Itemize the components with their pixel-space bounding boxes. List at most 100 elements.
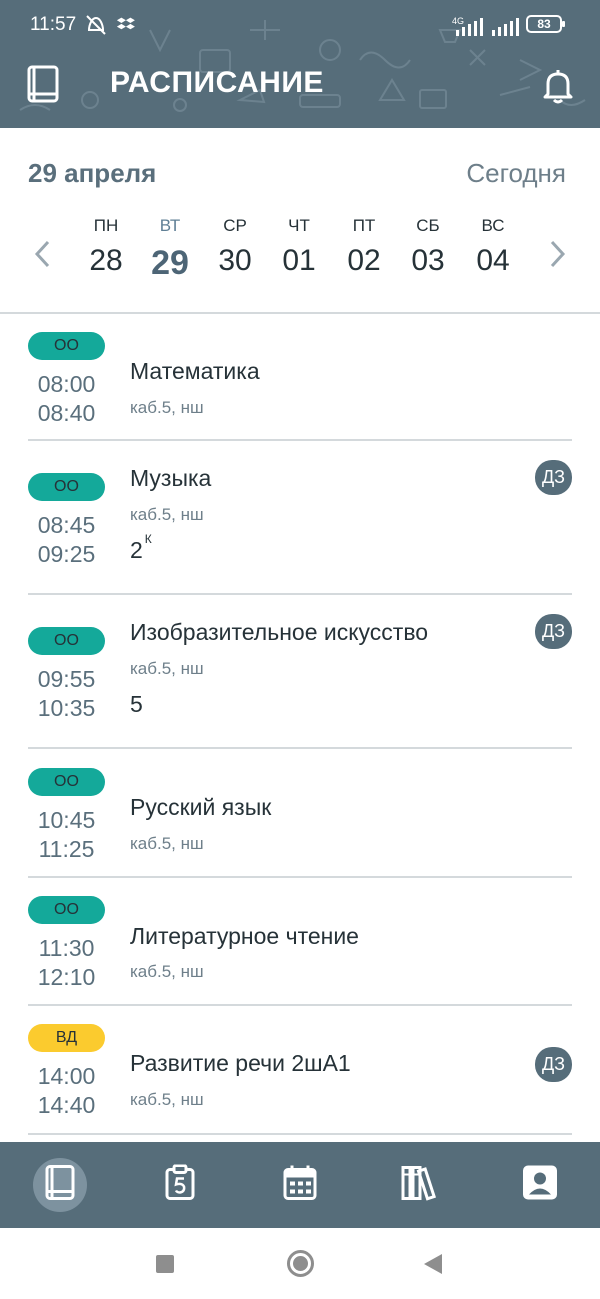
lesson-item[interactable]: ОО 11:30 12:10 Литературное чтение каб.5… xyxy=(28,878,572,1006)
lesson-item[interactable]: ОО 08:00 08:40 Математика каб.5, нш xyxy=(28,314,572,441)
homework-badge[interactable]: ДЗ xyxy=(535,1047,572,1082)
next-week-arrow-icon[interactable] xyxy=(548,238,568,279)
lesson-subject: Литературное чтение xyxy=(130,923,359,949)
status-time: 11:57 xyxy=(30,14,77,35)
lesson-grade: 2К xyxy=(130,532,152,564)
lesson-room: каб.5, нш xyxy=(130,505,204,524)
calendar-icon xyxy=(283,1165,317,1206)
day-number: 30 xyxy=(218,244,252,277)
signal-icon-sim1 xyxy=(452,18,488,41)
nav-grades[interactable] xyxy=(120,1142,240,1228)
lesson-type-badge: ВД xyxy=(28,1024,105,1052)
recent-apps-icon[interactable] xyxy=(156,1255,174,1273)
weekday-label: ВС xyxy=(481,216,505,235)
lesson-item[interactable]: ОО 08:45 09:25 Музыка каб.5, нш 2К ДЗ xyxy=(28,441,572,595)
schedule-book-icon xyxy=(45,1165,75,1206)
app-header: 11:57 4G 83 РАСПИСАНИЕ xyxy=(0,0,600,128)
lesson-times: 11:30 12:10 xyxy=(28,934,105,992)
lesson-subject: Развитие речи 2шА1 xyxy=(130,1050,351,1076)
grades-clipboard-icon xyxy=(165,1164,195,1206)
nav-profile[interactable] xyxy=(480,1142,600,1228)
lesson-times: 14:00 14:40 xyxy=(28,1062,105,1120)
day-number: 28 xyxy=(89,244,123,277)
date-selector: 29 апреля Сегодня ПН 28 ВТ 29 СР 30 ЧТ 0… xyxy=(0,128,600,314)
status-bar: 11:57 4G 83 xyxy=(0,0,600,48)
weekday-label: СБ xyxy=(416,216,440,235)
day-saturday[interactable]: СБ 03 xyxy=(398,216,458,278)
lesson-room: каб.5, нш xyxy=(130,398,204,417)
day-thursday[interactable]: ЧТ 01 xyxy=(269,216,329,278)
lesson-room: каб.5, нш xyxy=(130,834,204,853)
lesson-item[interactable]: ОО 10:45 11:25 Русский язык каб.5, нш xyxy=(28,749,572,878)
day-tuesday[interactable]: ВТ 29 xyxy=(140,216,200,283)
lesson-subject: Изобразительное искусство xyxy=(130,619,429,645)
lesson-type-badge: ОО xyxy=(28,473,105,501)
lesson-end-time: 14:40 xyxy=(37,1092,96,1118)
lesson-start-time: 14:00 xyxy=(37,1063,96,1089)
back-icon[interactable] xyxy=(424,1254,442,1274)
lesson-start-time: 09:55 xyxy=(37,666,96,692)
homework-badge[interactable]: ДЗ xyxy=(535,614,572,649)
day-friday[interactable]: ПТ 02 xyxy=(334,216,394,278)
lesson-type-badge: ОО xyxy=(28,332,105,360)
lesson-subject: Музыка xyxy=(130,465,212,491)
lesson-start-time: 11:30 xyxy=(38,935,95,961)
lesson-item[interactable]: ВД 14:00 14:40 Развитие речи 2шА1 каб.5,… xyxy=(28,1006,572,1135)
lesson-grade: 5 xyxy=(130,691,143,717)
day-number: 01 xyxy=(282,244,316,277)
weekday-label: ВТ xyxy=(159,216,181,235)
book-icon[interactable] xyxy=(26,64,60,109)
lesson-end-time: 12:10 xyxy=(37,964,96,990)
weekday-label: ПН xyxy=(93,216,119,235)
lesson-room: каб.5, нш xyxy=(130,659,204,678)
mute-vibrate-icon xyxy=(84,14,108,41)
today-button[interactable]: Сегодня xyxy=(466,158,566,189)
lesson-type-badge: ОО xyxy=(28,896,105,924)
lesson-start-time: 10:45 xyxy=(37,807,96,833)
lesson-start-time: 08:00 xyxy=(37,371,96,397)
home-icon[interactable] xyxy=(287,1250,314,1277)
library-icon xyxy=(401,1165,439,1206)
bottom-navigation xyxy=(0,1142,600,1228)
bell-icon[interactable] xyxy=(538,66,578,111)
lesson-type-badge: ОО xyxy=(28,768,105,796)
lesson-end-time: 08:40 xyxy=(37,400,96,426)
day-wednesday[interactable]: СР 30 xyxy=(205,216,265,278)
day-number: 04 xyxy=(476,244,510,277)
grade-marker: К xyxy=(144,532,152,547)
nav-calendar[interactable] xyxy=(240,1142,360,1228)
lesson-end-time: 11:25 xyxy=(38,836,95,862)
grade-value: 2 xyxy=(130,537,143,563)
day-number: 29 xyxy=(151,244,189,282)
lesson-subject: Математика xyxy=(130,358,260,384)
lesson-end-time: 09:25 xyxy=(37,541,96,567)
lesson-room: каб.5, нш xyxy=(130,962,204,981)
selected-date-label: 29 апреля xyxy=(28,158,157,188)
day-monday[interactable]: ПН 28 xyxy=(76,216,136,278)
weekday-label: СР xyxy=(223,216,247,235)
lesson-subject: Русский язык xyxy=(130,794,272,820)
day-number: 03 xyxy=(411,244,445,277)
battery-icon: 83 xyxy=(526,15,565,33)
lesson-times: 08:00 08:40 xyxy=(28,370,105,428)
day-sunday[interactable]: ВС 04 xyxy=(463,216,523,278)
profile-icon xyxy=(522,1165,558,1206)
homework-badge[interactable]: ДЗ xyxy=(535,460,572,495)
lesson-item[interactable]: ОО 09:55 10:35 Изобразительное искусство… xyxy=(28,595,572,749)
signal-icon-sim2 xyxy=(490,18,520,41)
nav-library[interactable] xyxy=(360,1142,480,1228)
lesson-times: 10:45 11:25 xyxy=(28,806,105,864)
system-navigation-bar xyxy=(0,1228,600,1299)
lesson-times: 09:55 10:35 xyxy=(28,665,105,723)
lesson-times: 08:45 09:25 xyxy=(28,511,105,569)
day-number: 02 xyxy=(347,244,381,277)
nav-schedule[interactable] xyxy=(0,1142,120,1228)
lesson-type-badge: ОО xyxy=(28,627,105,655)
weekday-label: ЧТ xyxy=(288,216,310,235)
weekday-label: ПТ xyxy=(352,216,376,235)
lesson-room: каб.5, нш xyxy=(130,1090,204,1109)
lesson-start-time: 08:45 xyxy=(37,512,96,538)
dropbox-icon xyxy=(116,14,136,39)
prev-week-arrow-icon[interactable] xyxy=(32,238,52,279)
lesson-end-time: 10:35 xyxy=(37,695,96,721)
